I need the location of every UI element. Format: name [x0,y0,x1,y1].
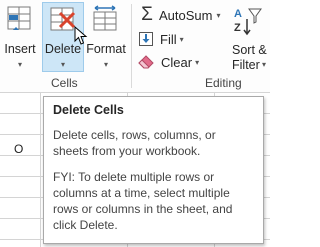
fill-dropdown-icon[interactable]: ▾ [180,35,184,44]
group-separator [131,4,132,88]
fill-button[interactable]: Fill ▾ [138,29,184,49]
svg-text:Z: Z [234,22,241,34]
clear-label: Clear [161,54,193,70]
fill-label: Fill [160,31,177,47]
sort-filter-button[interactable]: A Z Sort & Filter ▾ [226,2,270,74]
fill-down-icon [139,32,153,46]
format-button[interactable]: Format ▾ [85,2,127,72]
sort-filter-label-line1: Sort & [232,43,267,57]
autosum-button[interactable]: Σ AutoSum ▾ [137,4,220,25]
svg-text:A: A [234,8,242,20]
insert-dropdown-icon[interactable]: ▾ [0,60,40,69]
tooltip-description: Delete cells, rows, columns, or sheets f… [53,128,216,158]
autosum-label: AutoSum [159,7,213,23]
sigma-icon: Σ [141,4,153,25]
insert-label: Insert [4,42,36,56]
clear-button[interactable]: Clear ▾ [138,52,199,72]
autosum-dropdown-icon[interactable]: ▾ [216,11,220,20]
sort-filter-icon: A Z [234,8,262,36]
delete-dropdown-icon[interactable]: ▾ [43,60,83,69]
eraser-icon [138,55,154,69]
insert-button[interactable]: Insert ▾ [0,2,40,72]
tooltip-title: Delete Cells [53,103,124,117]
sort-filter-dropdown-icon[interactable]: ▾ [262,60,266,69]
delete-cells-tooltip: Delete Cells Delete cells, rows, columns… [43,96,264,244]
insert-cells-icon [7,6,31,30]
clear-dropdown-icon[interactable]: ▾ [195,58,199,67]
format-label: Format [86,42,126,56]
tooltip-fyi: FYI: To delete multiple rows or columns … [53,170,233,232]
editing-group-label: Editing [205,76,242,90]
cells-group-label: Cells [51,76,78,90]
column-gridline [40,93,41,247]
cell-value: O [14,142,24,156]
format-cells-icon [93,5,117,31]
ribbon: Insert ▾ Delete ▾ Format ▾ Cells Σ AutoS… [0,0,270,93]
format-dropdown-icon[interactable]: ▾ [85,60,127,69]
